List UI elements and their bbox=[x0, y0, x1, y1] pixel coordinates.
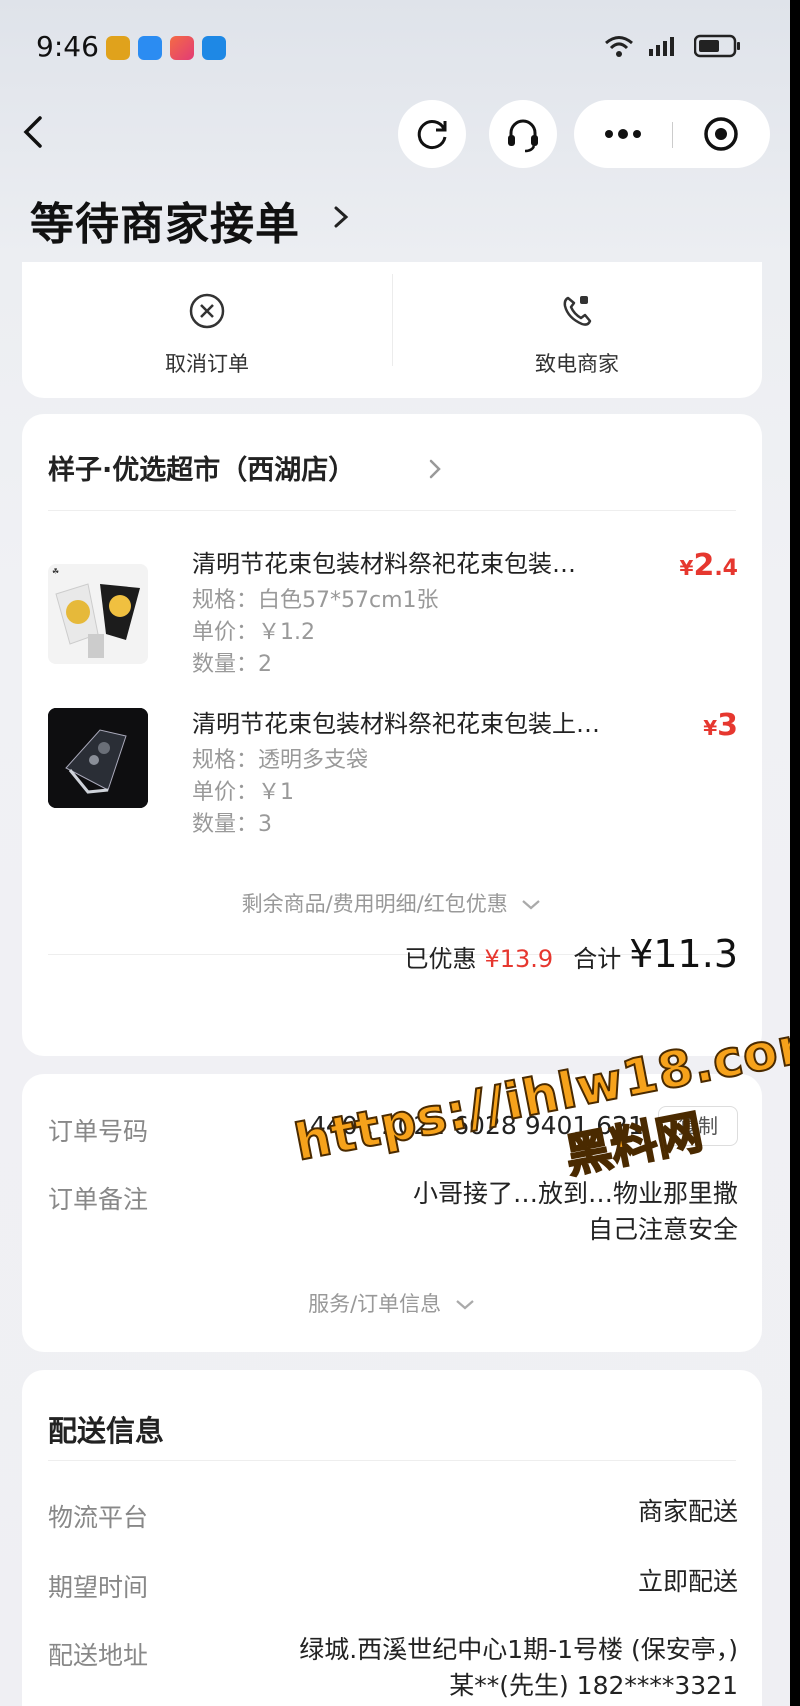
product-quantity: 数量：3 bbox=[192, 812, 272, 837]
more-icon bbox=[605, 129, 641, 139]
avatar-app-icon bbox=[106, 36, 130, 60]
discount-label: 已优惠 bbox=[404, 945, 477, 973]
shop-order-card: 样子·优选超市（西湖店） ☘ 清明节花束包装材料祭祀花束包装… 规格：白色57*… bbox=[22, 414, 762, 1056]
call-merchant-label: 致电商家 bbox=[535, 352, 619, 376]
product-image: ☘ bbox=[48, 564, 148, 664]
more-button[interactable] bbox=[574, 100, 672, 168]
divider bbox=[48, 510, 736, 511]
signal-icon bbox=[649, 37, 674, 56]
refresh-icon bbox=[417, 120, 447, 150]
refresh-button[interactable] bbox=[398, 100, 466, 168]
status-time: 9:46 bbox=[36, 30, 99, 63]
logistics-platform-label: 物流平台 bbox=[48, 1503, 149, 1532]
order-item[interactable]: 清明节花束包装材料祭祀花束包装上… 规格：透明多支袋 单价：￥1 数量：3 ¥3 bbox=[48, 704, 738, 844]
delivery-address-line: 绿城.西溪世纪中心1期-1号楼 (保安亭，) bbox=[299, 1635, 738, 1664]
expand-fee-details-link[interactable]: 剩余商品/费用明细/红包优惠 bbox=[22, 888, 762, 918]
order-item[interactable]: ☘ 清明节花束包装材料祭祀花束包装… 规格：白色57*57cm1张 单价：￥1.… bbox=[48, 544, 738, 684]
notification-icons bbox=[106, 36, 226, 60]
delivery-contact-line: 某**(先生) 182****3321 bbox=[449, 1671, 738, 1700]
back-icon bbox=[23, 116, 42, 148]
screen-edge bbox=[790, 0, 800, 1706]
expected-time-label: 期望时间 bbox=[48, 1573, 149, 1602]
product-price: ¥2.4 bbox=[679, 548, 738, 583]
red-app-icon bbox=[170, 36, 194, 60]
app-screen: 9:46 等待商家接单 取消订单 致电商家 样子·优选超市（西湖店） ☘ 清明节… bbox=[0, 0, 790, 1706]
delivery-address-value: 绿城.西溪世纪中心1期-1号楼 (保安亭，) 某**(先生) 182****33… bbox=[299, 1632, 738, 1704]
chevron-down-icon bbox=[456, 1300, 474, 1310]
location-app-icon bbox=[202, 36, 226, 60]
product-spec: 规格：透明多支袋 bbox=[192, 748, 369, 773]
education-app-icon bbox=[138, 36, 162, 60]
wifi-icon bbox=[605, 36, 633, 57]
product-image bbox=[48, 708, 148, 808]
status-bar: 9:46 bbox=[0, 0, 790, 100]
call-merchant-button[interactable]: 致电商家 bbox=[392, 292, 762, 378]
delivery-section-title: 配送信息 bbox=[48, 1414, 165, 1448]
cancel-order-button[interactable]: 取消订单 bbox=[22, 292, 392, 378]
close-mini-program-button[interactable] bbox=[672, 100, 770, 168]
battery-icon bbox=[694, 34, 740, 58]
order-note-line: 自己注意安全 bbox=[587, 1215, 738, 1244]
product-unit-price: 单价：￥1 bbox=[192, 780, 294, 805]
expand-service-info-label: 服务/订单信息 bbox=[308, 1292, 442, 1316]
chevron-right-icon bbox=[429, 459, 441, 479]
customer-service-button[interactable] bbox=[489, 100, 557, 168]
cancel-icon bbox=[189, 293, 225, 329]
total-value: ¥11.3 bbox=[629, 932, 738, 976]
expected-time-value: 立即配送 bbox=[637, 1567, 738, 1596]
order-total-row: 已优惠 ¥13.9 合计 ¥11.3 bbox=[404, 932, 738, 976]
delivery-address-label: 配送地址 bbox=[48, 1641, 149, 1670]
product-price: ¥3 bbox=[703, 708, 738, 743]
order-actions-card: 取消订单 致电商家 bbox=[22, 262, 762, 398]
headset-icon bbox=[508, 119, 538, 153]
shop-name[interactable]: 样子·优选超市（西湖店） bbox=[48, 448, 355, 487]
logistics-platform-value: 商家配送 bbox=[637, 1497, 738, 1526]
expand-fee-details-label: 剩余商品/费用明细/红包优惠 bbox=[241, 892, 508, 916]
total-label: 合计 bbox=[573, 945, 622, 973]
delivery-info-card: 配送信息 物流平台 商家配送 期望时间 立即配送 配送地址 绿城.西溪世纪中心1… bbox=[22, 1370, 762, 1706]
divider bbox=[48, 1460, 736, 1461]
product-name: 清明节花束包装材料祭祀花束包装上… bbox=[192, 710, 600, 738]
product-name: 清明节花束包装材料祭祀花束包装… bbox=[192, 550, 576, 578]
mini-program-capsule bbox=[574, 100, 770, 168]
chevron-down-icon bbox=[522, 900, 541, 910]
phone-icon bbox=[563, 296, 592, 326]
product-unit-price: 单价：￥1.2 bbox=[192, 620, 315, 645]
chevron-right-icon bbox=[334, 206, 349, 228]
expand-service-info-link[interactable]: 服务/订单信息 bbox=[22, 1288, 762, 1318]
discount-value: ¥13.9 bbox=[484, 945, 554, 973]
system-icons bbox=[604, 34, 742, 58]
product-quantity: 数量：2 bbox=[192, 652, 272, 677]
product-spec: 规格：白色57*57cm1张 bbox=[192, 588, 439, 613]
order-number-label: 订单号码 bbox=[48, 1117, 149, 1146]
svg-text:☘: ☘ bbox=[52, 567, 59, 576]
page-title[interactable]: 等待商家接单 bbox=[30, 188, 300, 252]
close-target-icon bbox=[704, 117, 738, 151]
back-button[interactable] bbox=[14, 112, 54, 152]
cancel-order-label: 取消订单 bbox=[165, 352, 249, 376]
order-note-label: 订单备注 bbox=[48, 1185, 149, 1214]
